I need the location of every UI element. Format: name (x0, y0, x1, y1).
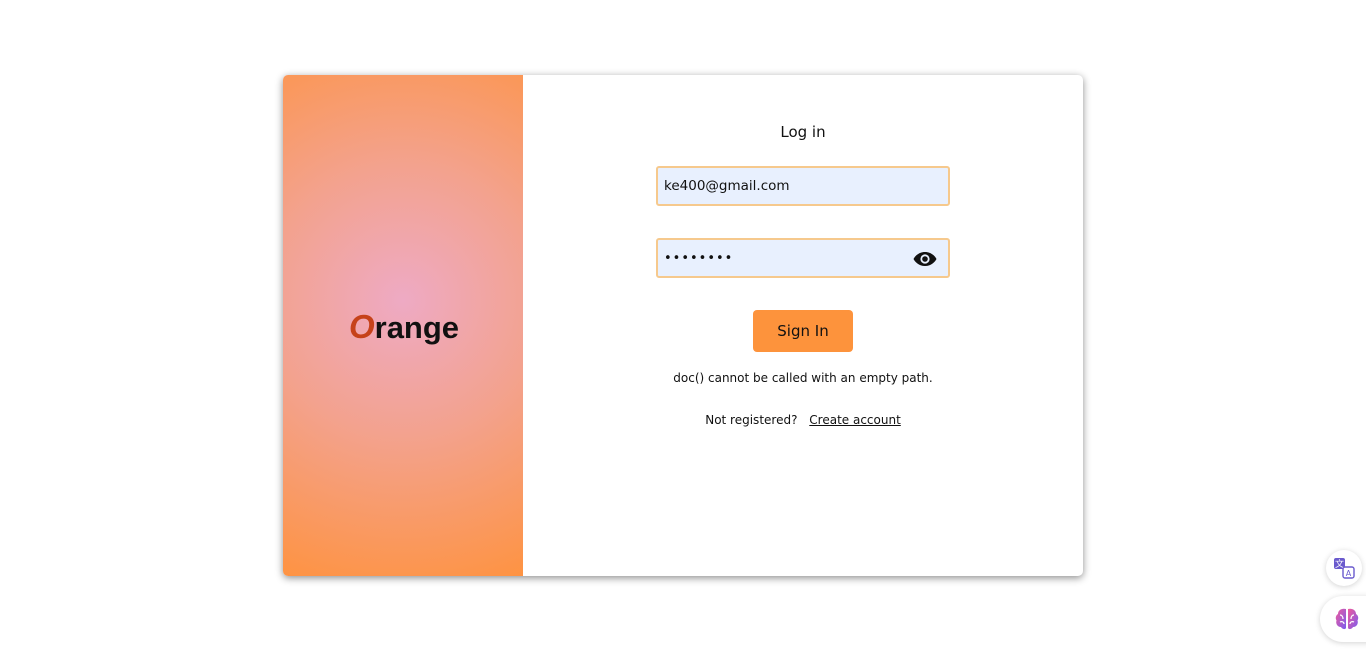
brain-icon (1335, 608, 1359, 630)
password-field-wrapper (656, 238, 950, 278)
assistant-button[interactable] (1320, 596, 1366, 642)
email-field-wrapper (656, 166, 950, 206)
brand-logo-initial: O (348, 307, 375, 345)
translate-button[interactable]: 文 A (1326, 550, 1362, 586)
password-field[interactable] (658, 240, 948, 276)
translate-icon: 文 A (1334, 558, 1355, 579)
brand-panel: Orange (283, 75, 523, 576)
login-card: Orange Log in Sign In doc() cannot be ca… (283, 75, 1083, 576)
brand-logo-text: range (374, 309, 460, 345)
brand-logo: Orange (349, 308, 459, 346)
eye-icon[interactable] (913, 251, 937, 267)
email-field[interactable] (658, 168, 948, 204)
login-form: Log in Sign In doc() cannot be called wi… (523, 75, 1083, 576)
register-row: Not registered? Create account (523, 413, 1083, 427)
page-title: Log in (780, 123, 826, 141)
error-message: doc() cannot be called with an empty pat… (673, 371, 933, 385)
sign-in-button[interactable]: Sign In (753, 310, 853, 352)
register-prompt: Not registered? (705, 413, 798, 427)
svg-text:A: A (1346, 569, 1352, 578)
create-account-link[interactable]: Create account (809, 413, 901, 427)
